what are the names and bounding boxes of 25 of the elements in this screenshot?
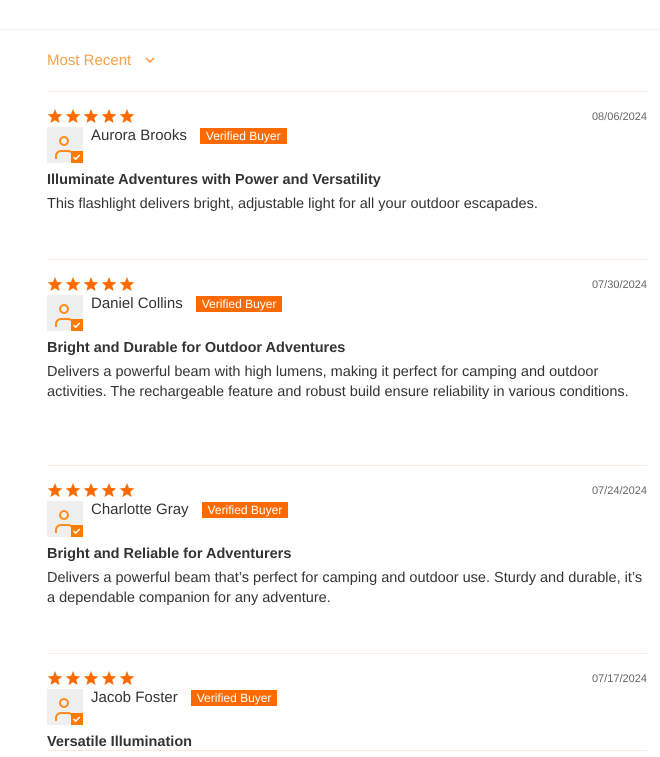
review-title: Bright and Durable for Outdoor Adventures — [47, 340, 346, 356]
review-date: 07/17/2024 — [592, 672, 647, 684]
avatar-icon — [47, 689, 83, 725]
review-date: 07/24/2024 — [592, 484, 647, 496]
reviewer-name: Jacob Foster — [91, 689, 178, 706]
review-text: Delivers a powerful beam that’s perfect for camping and outdoor use. Sturdy and durable, it’s a dependable companion for any adventure. — [47, 569, 644, 608]
sort-dropdown[interactable]: Most Recent — [47, 52, 156, 69]
avatar-icon — [47, 127, 83, 163]
review-text: Delivers a powerful beam with high lumens, making it perfect for camping and outdoor activities. The rechargeable feature and robust build ensure reliability in various conditions. — [47, 363, 630, 402]
review-date: 08/06/2024 — [592, 110, 647, 122]
review-text: This flashlight delivers bright, adjustable light for all your outdoor escapades. — [47, 195, 539, 214]
chevron-down-icon — [145, 57, 156, 64]
reviewer-name: Charlotte Gray — [91, 501, 189, 518]
verified-buyer-badge: Verified Buyer — [202, 502, 288, 518]
reviewer-name: Daniel Collins — [91, 295, 183, 312]
verified-buyer-badge: Verified Buyer — [200, 128, 287, 144]
review-title: Bright and Reliable for Adventurers — [47, 546, 292, 562]
avatar-icon — [47, 295, 83, 331]
reviewer-name: Aurora Brooks — [91, 127, 187, 144]
review-title: Versatile Illumination — [47, 734, 194, 750]
verified-buyer-badge: Verified Buyer — [196, 296, 282, 312]
review-date: 07/30/2024 — [592, 278, 647, 290]
verified-buyer-badge: Verified Buyer — [190, 690, 278, 706]
avatar-icon — [47, 501, 83, 537]
review-title: Illuminate Adventures with Power and Versatility — [47, 172, 382, 188]
